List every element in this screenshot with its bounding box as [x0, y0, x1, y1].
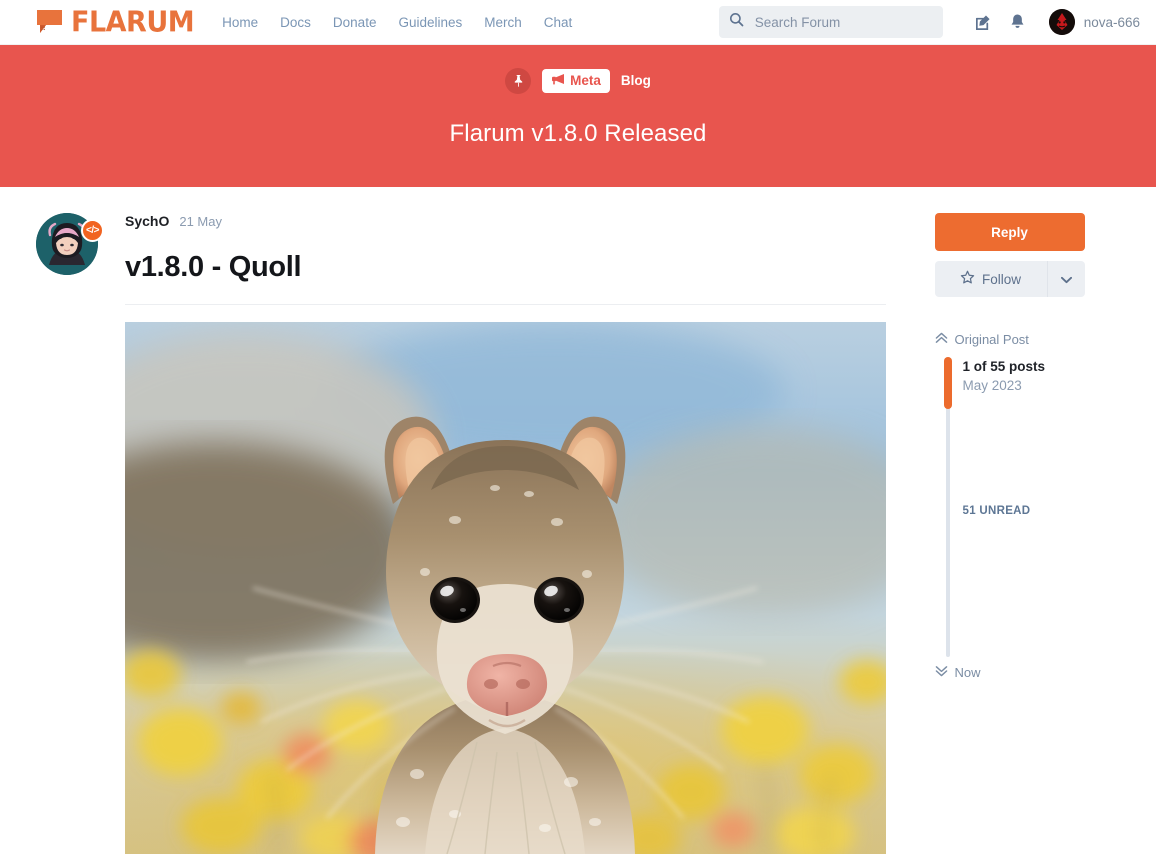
discussion-hero: Meta Blog Flarum v1.8.0 Released — [0, 45, 1156, 187]
pin-icon[interactable] — [505, 67, 532, 94]
search-input[interactable] — [752, 13, 933, 31]
logo-text: FLARUM — [71, 5, 195, 39]
megaphone-icon — [551, 73, 565, 88]
tag-meta[interactable]: Meta — [542, 68, 610, 93]
scrubber-date: May 2023 — [962, 378, 1022, 393]
post-author-avatar-wrap[interactable]: </> — [36, 213, 104, 275]
scrubber-handle[interactable] — [943, 357, 952, 409]
post-image — [125, 322, 886, 854]
follow-button-label: Follow — [981, 271, 1021, 287]
nav-item-chat[interactable]: Chat — [544, 15, 573, 30]
post-scrubber: Original Post 1 of 55 posts May 2023 51 … — [935, 332, 1137, 680]
post-main: SychO 21 May v1.8.0 - Quoll — [125, 213, 911, 854]
nav-item-home[interactable]: Home — [222, 15, 258, 30]
scrubber-bottom-label: Now — [954, 665, 981, 680]
discussion-sidebar: Reply Follow Original Post 1 of 55 posts… — [934, 187, 1156, 854]
follow-button[interactable]: Follow — [934, 261, 1047, 297]
post-header: </> SychO 21 May v1.8.0 - Quoll — [36, 213, 911, 854]
post-divider — [125, 304, 886, 305]
chevron-down-icon — [1060, 272, 1072, 287]
post-date[interactable]: 21 May — [179, 214, 222, 229]
scrubber-jump-to-now[interactable]: Now — [935, 665, 1137, 680]
speech-bubble-icon — [36, 9, 64, 35]
nav-item-donate[interactable]: Donate — [333, 15, 377, 30]
nav-item-merch[interactable]: Merch — [484, 15, 522, 30]
username-label: nova-666 — [1083, 14, 1140, 30]
page-body: </> SychO 21 May v1.8.0 - Quoll Reply Fo… — [0, 187, 1156, 854]
avatar — [1048, 9, 1075, 35]
chevron-double-up-icon — [935, 332, 948, 347]
follow-button-group: Follow — [934, 261, 1085, 297]
scrubber-track[interactable]: 1 of 55 posts May 2023 51 UNREAD — [935, 357, 1137, 657]
header-right-cluster: nova-666 — [718, 5, 1140, 39]
hero-meta-row: Meta Blog — [505, 67, 651, 94]
user-menu[interactable]: nova-666 — [1048, 9, 1140, 35]
scrubber-post-count: 1 of 55 posts — [962, 359, 1046, 374]
search-icon — [729, 12, 744, 32]
bell-icon[interactable] — [1001, 5, 1035, 39]
chevron-double-down-icon — [935, 665, 948, 680]
page-title: Flarum v1.8.0 Released — [449, 120, 707, 147]
scrubber-unread-label: 51 UNREAD — [962, 505, 1031, 517]
compose-pencil-icon[interactable] — [967, 5, 1001, 39]
follow-dropdown-button[interactable] — [1046, 261, 1085, 297]
developer-badge-icon[interactable]: </> — [81, 219, 104, 242]
tag-meta-label: Meta — [570, 73, 601, 89]
nav-item-guidelines[interactable]: Guidelines — [398, 15, 462, 30]
tag-blog[interactable]: Blog — [621, 73, 651, 88]
post-byline: SychO 21 May — [125, 213, 911, 237]
site-logo[interactable]: FLARUM — [36, 5, 195, 39]
star-icon — [960, 270, 975, 288]
nav-item-docs[interactable]: Docs — [280, 15, 311, 30]
reply-button[interactable]: Reply — [934, 213, 1085, 251]
scrubber-position-info: 1 of 55 posts May 2023 — [963, 359, 1046, 393]
post-title: v1.8.0 - Quoll — [125, 251, 302, 283]
post-author-name[interactable]: SychO — [125, 213, 169, 229]
primary-nav: Home Docs Donate Guidelines Merch Chat — [222, 15, 572, 30]
site-header: FLARUM Home Docs Donate Guidelines Merch… — [0, 0, 1156, 45]
scrubber-jump-to-original[interactable]: Original Post — [935, 332, 1137, 347]
search-box[interactable] — [718, 6, 943, 38]
scrubber-top-label: Original Post — [954, 332, 1029, 347]
post-content: </> SychO 21 May v1.8.0 - Quoll — [0, 187, 911, 854]
